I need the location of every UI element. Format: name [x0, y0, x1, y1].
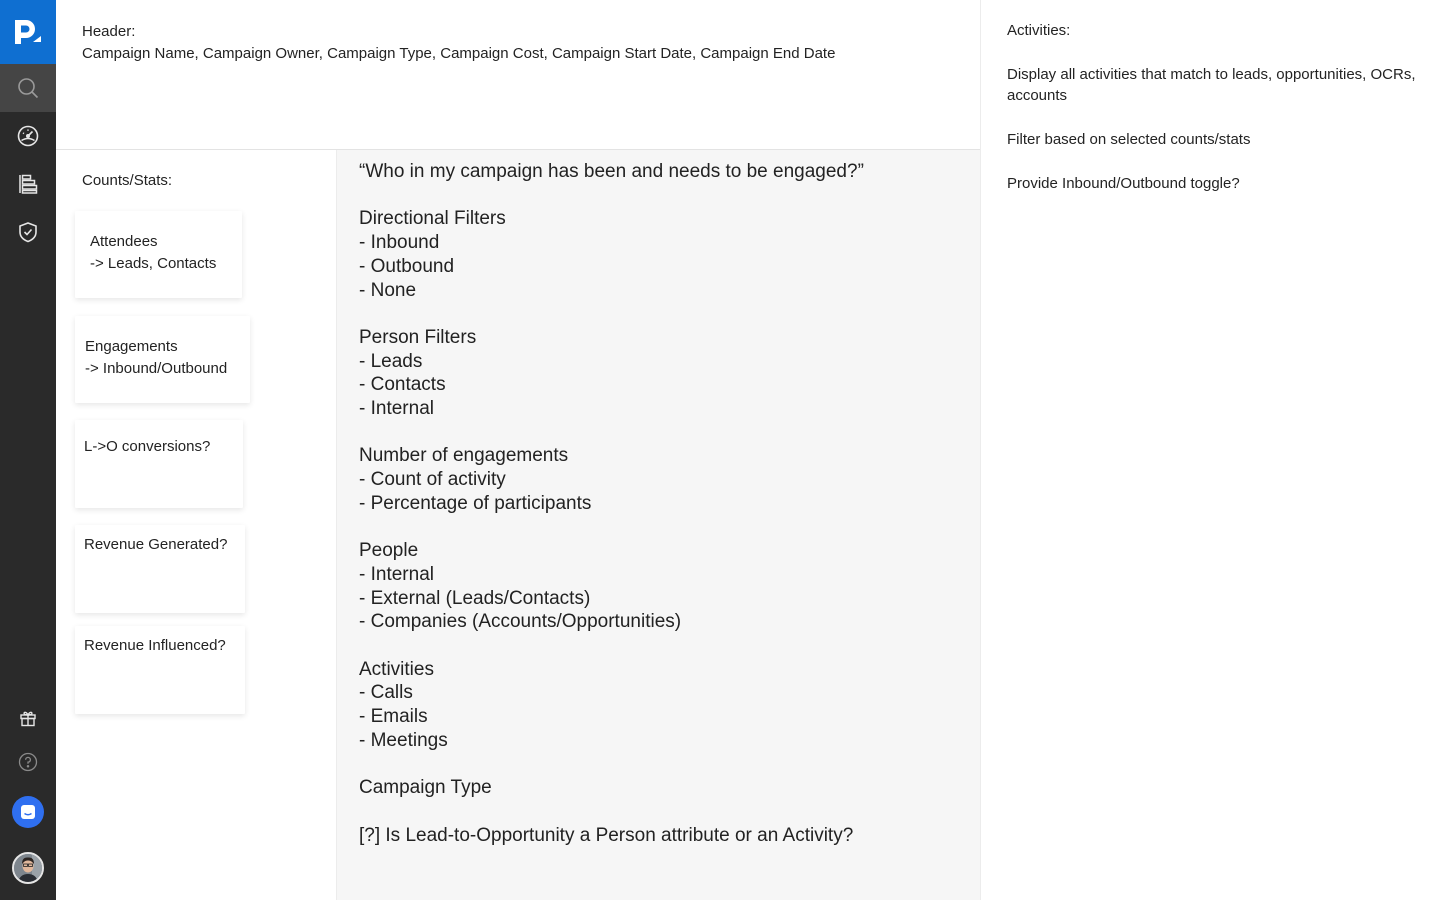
user-photo-icon	[14, 854, 42, 882]
nav-gifts[interactable]	[0, 694, 56, 742]
notes-line: - Meetings	[359, 729, 448, 751]
notes-line	[359, 800, 864, 824]
stat-card-subtitle: -> Inbound/Outbound	[85, 360, 228, 377]
activities-note: Provide Inbound/Outbound toggle?	[1007, 175, 1240, 192]
header-panel: Header: Campaign Name, Campaign Owner, C…	[56, 0, 980, 150]
notes-line: - Percentage of participants	[359, 492, 592, 514]
list-stack-icon	[19, 174, 38, 194]
app-sidebar	[0, 0, 56, 900]
notes-line: - Inbound	[359, 232, 440, 254]
notes-line	[359, 302, 864, 326]
stat-card-title: Engagements	[85, 338, 178, 355]
stat-card-title: Revenue Influenced?	[84, 637, 226, 654]
stat-card-revenue-generated[interactable]: Revenue Generated?	[75, 525, 245, 613]
user-avatar[interactable]	[12, 852, 44, 884]
notes-line	[359, 184, 864, 208]
notes-line	[359, 634, 864, 658]
notes-line: Campaign Type	[359, 777, 492, 799]
notes-line: Directional Filters	[359, 208, 506, 230]
pipeliner-logo-icon	[15, 20, 41, 44]
notes-line: - External (Leads/Contacts)	[359, 587, 591, 609]
nav-lists[interactable]	[0, 160, 56, 208]
nav-dashboard[interactable]	[0, 112, 56, 160]
activities-note: Display all activities that match to lea…	[1007, 66, 1416, 104]
notes-line	[359, 516, 864, 540]
stat-card-title: L->O conversions?	[84, 438, 211, 455]
stat-card-title: Attendees	[90, 233, 158, 250]
header-label: Header:	[82, 23, 136, 40]
chat-icon	[21, 805, 35, 819]
header-fields: Campaign Name, Campaign Owner, Campaign …	[82, 45, 836, 62]
counts-title: Counts/Stats:	[82, 172, 173, 189]
notes-line	[359, 753, 864, 777]
notes-line: - Contacts	[359, 374, 446, 396]
notes-panel: “Who in my campaign has been and needs t…	[337, 150, 980, 900]
notes-line: - None	[359, 279, 417, 301]
nav-help[interactable]	[0, 738, 56, 786]
stat-card-revenue-influenced[interactable]: Revenue Influenced?	[75, 626, 245, 714]
notes-line: Activities	[359, 658, 434, 680]
gift-icon	[20, 711, 36, 727]
nav-search[interactable]	[0, 64, 56, 112]
help-circle-icon	[18, 752, 38, 772]
nav-security[interactable]	[0, 208, 56, 256]
activities-panel: Activities: Display all activities that …	[980, 0, 1440, 900]
notes-line: - Count of activity	[359, 469, 506, 491]
notes-line: “Who in my campaign has been and needs t…	[359, 161, 864, 182]
stat-card-title: Revenue Generated?	[84, 536, 228, 553]
stat-card-attendees[interactable]: Attendees -> Leads, Contacts	[75, 211, 242, 298]
stat-card-subtitle: -> Leads, Contacts	[90, 255, 217, 272]
stat-card-engagements[interactable]: Engagements -> Inbound/Outbound	[75, 316, 250, 403]
chat-button[interactable]	[12, 796, 44, 828]
notes-line: Person Filters	[359, 326, 477, 348]
search-icon	[18, 78, 39, 99]
notes-line: - Leads	[359, 350, 423, 372]
notes-line: People	[359, 540, 419, 562]
notes-line: - Companies (Accounts/Opportunities)	[359, 611, 682, 633]
notes-line: - Emails	[359, 706, 428, 728]
notes-line: [?] Is Lead-to-Opportunity a Person attr…	[359, 824, 854, 846]
notes-line: - Internal	[359, 398, 434, 419]
notes-line: Number of engagements	[359, 445, 569, 467]
stat-card-conversions[interactable]: L->O conversions?	[75, 420, 243, 508]
shield-check-icon	[19, 222, 37, 243]
activities-title: Activities:	[1007, 22, 1071, 39]
notes-line: - Calls	[359, 682, 413, 704]
counts-panel: Counts/Stats: Attendees -> Leads, Contac…	[56, 150, 337, 900]
activities-note: Filter based on selected counts/stats	[1007, 131, 1251, 148]
notes-line: - Outbound	[359, 255, 455, 277]
notes-line: - Internal	[359, 563, 434, 585]
dashboard-gauge-icon	[17, 125, 39, 147]
app-logo[interactable]	[0, 0, 56, 64]
notes-line	[359, 421, 864, 445]
notes-text: “Who in my campaign has been and needs t…	[359, 160, 864, 847]
